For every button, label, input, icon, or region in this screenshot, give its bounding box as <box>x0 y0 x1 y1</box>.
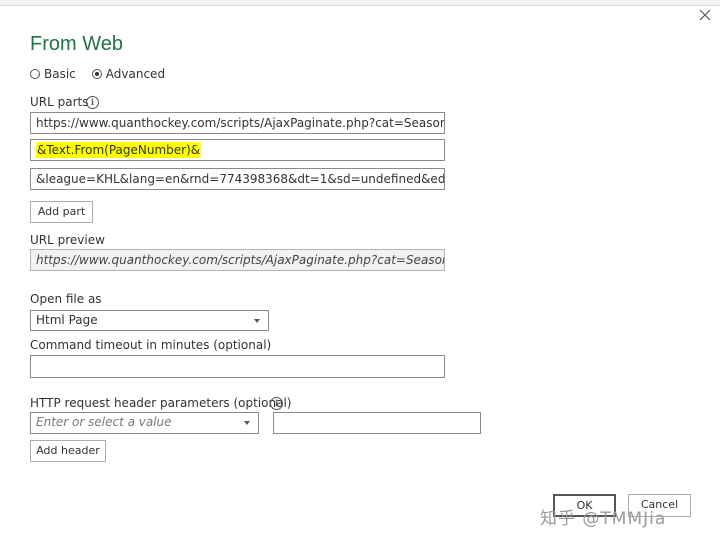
url-preview-text: https://www.quanthockey.com/scripts/Ajax… <box>36 253 444 267</box>
watermark-text: 知乎 @TMMJia <box>540 509 667 529</box>
advanced-radio-option[interactable]: Advanced <box>91 67 166 81</box>
open-file-as-value: Html Page <box>36 313 98 327</box>
open-file-as-label: Open file as <box>30 292 102 306</box>
mode-radio-group: Basic Advanced <box>30 67 181 81</box>
http-headers-label: HTTP request header parameters (optional… <box>30 396 292 410</box>
url-preview-label: URL preview <box>30 233 105 247</box>
advanced-radio[interactable] <box>91 69 102 79</box>
close-button[interactable] <box>696 6 714 24</box>
url-part-1-input[interactable]: https://www.quanthockey.com/scripts/Ajax… <box>30 112 445 134</box>
chevron-down-icon <box>244 421 250 425</box>
header-name-combobox[interactable]: Enter or select a value <box>30 412 259 434</box>
command-timeout-input[interactable] <box>30 355 445 378</box>
chevron-down-icon <box>254 319 260 323</box>
basic-radio[interactable] <box>30 69 40 79</box>
url-preview-field: https://www.quanthockey.com/scripts/Ajax… <box>30 249 445 271</box>
header-value-input[interactable] <box>273 412 481 434</box>
url-parts-info-icon[interactable]: i <box>86 96 99 109</box>
url-part-3-text: &league=KHL&lang=en&rnd=774398368&dt=1&s… <box>36 172 445 186</box>
dialog-title: From Web <box>30 33 123 55</box>
url-parts-label: URL parts <box>30 95 89 109</box>
url-part-2-text: &Text.From(PageNumber)& <box>36 142 202 158</box>
url-part-2-input[interactable]: &Text.From(PageNumber)& <box>30 139 445 161</box>
header-name-placeholder: Enter or select a value <box>36 415 172 429</box>
basic-radio-option[interactable]: Basic <box>30 67 76 81</box>
url-part-3-input[interactable]: &league=KHL&lang=en&rnd=774398368&dt=1&s… <box>30 168 445 190</box>
open-file-as-select[interactable]: Html Page <box>30 310 269 331</box>
close-icon <box>699 9 711 21</box>
basic-radio-label: Basic <box>44 67 76 81</box>
background-window-strip <box>0 0 720 6</box>
add-header-button[interactable]: Add header <box>30 440 106 462</box>
add-part-button[interactable]: Add part <box>30 201 93 223</box>
command-timeout-label: Command timeout in minutes (optional) <box>30 338 272 352</box>
http-headers-info-icon[interactable]: i <box>270 397 283 410</box>
url-part-1-text: https://www.quanthockey.com/scripts/Ajax… <box>36 116 445 130</box>
advanced-radio-label: Advanced <box>105 67 166 81</box>
